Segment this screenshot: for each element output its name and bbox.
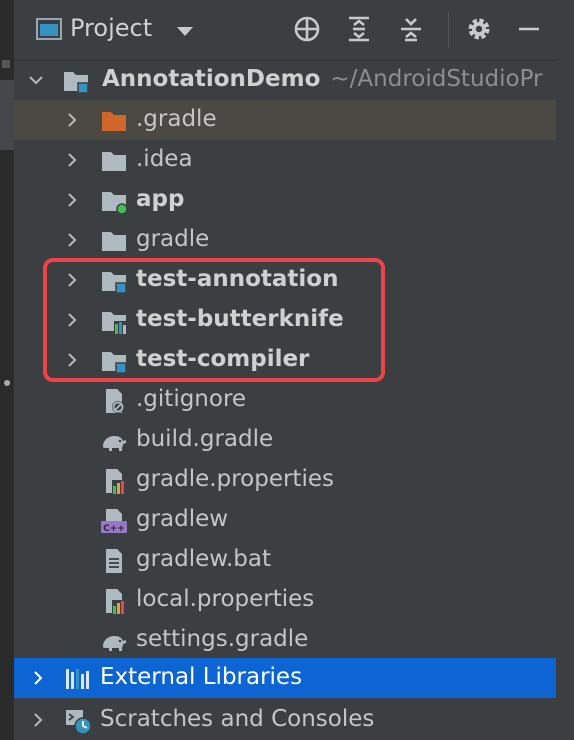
locate-file-icon[interactable] — [292, 14, 322, 44]
chevron-right-icon[interactable] — [64, 192, 80, 208]
tree-label-root: AnnotationDemo ~/AndroidStudioPr — [102, 66, 543, 92]
tree-label: .gitignore — [136, 386, 247, 412]
highlight-box — [43, 258, 385, 382]
tree-row-scratches[interactable]: Scratches and Consoles — [14, 700, 556, 740]
tree-row-dot-gradle[interactable]: .gradle — [14, 100, 556, 140]
tree-row-gradle-properties[interactable]: gradle.properties — [14, 460, 556, 500]
tree-row-external-libraries[interactable]: External Libraries — [14, 658, 556, 698]
toolbar-separator — [448, 12, 449, 48]
folder-icon — [100, 227, 128, 255]
tool-strip-tab[interactable] — [0, 80, 14, 150]
gradle-elephant-icon — [100, 427, 128, 455]
chevron-right-icon[interactable] — [30, 712, 46, 728]
excluded-folder-icon — [100, 107, 128, 135]
tree-row-gradle[interactable]: gradle — [14, 220, 556, 260]
tree-label: gradlew.bat — [136, 546, 272, 572]
expand-all-icon[interactable] — [344, 14, 374, 44]
properties-file-icon — [100, 587, 128, 615]
project-window-icon — [36, 17, 62, 41]
project-toolbar: Project — [14, 0, 574, 61]
chevron-down-icon[interactable] — [28, 72, 44, 88]
chevron-right-icon[interactable] — [64, 112, 80, 128]
tree-row-settings-gradle[interactable]: settings.gradle — [14, 620, 556, 660]
tree-label: gradlew — [136, 506, 229, 532]
libraries-icon — [64, 665, 92, 693]
tree-row-build-gradle[interactable]: build.gradle — [14, 420, 556, 460]
chevron-down-icon[interactable] — [177, 27, 193, 36]
tree-label: gradle — [136, 226, 210, 252]
tool-strip-dot — [4, 380, 10, 386]
tree-row-root[interactable]: AnnotationDemo ~/AndroidStudioPr — [14, 60, 556, 100]
tree-label: .gradle — [136, 106, 217, 132]
tree-label: build.gradle — [136, 426, 274, 452]
left-tool-strip — [0, 0, 14, 740]
gradle-elephant-icon — [100, 627, 128, 655]
text-file-icon — [100, 547, 128, 575]
tree-label: External Libraries — [100, 664, 303, 690]
tree-row-app[interactable]: app — [14, 180, 556, 220]
project-tree: AnnotationDemo ~/AndroidStudioPr .gradle … — [14, 60, 556, 740]
tree-label: gradle.properties — [136, 466, 334, 492]
scratches-clock-icon — [64, 707, 92, 735]
svg-text:C++: C++ — [103, 524, 125, 534]
tree-row-gradlew[interactable]: C++ gradlew — [14, 500, 556, 540]
tree-row-gitignore[interactable]: .gitignore — [14, 380, 556, 420]
tree-label: local.properties — [136, 586, 315, 612]
project-path-hint: ~/AndroidStudioPr — [330, 66, 543, 92]
tree-row-idea[interactable]: .idea — [14, 140, 556, 180]
project-view-selector-label[interactable]: Project — [70, 14, 152, 42]
hide-panel-icon[interactable] — [514, 14, 544, 44]
tool-strip-mark — [2, 60, 10, 68]
tree-row-gradlew-bat[interactable]: gradlew.bat — [14, 540, 556, 580]
chevron-right-icon[interactable] — [64, 232, 80, 248]
chevron-right-icon[interactable] — [64, 152, 80, 168]
tree-label: app — [136, 186, 185, 212]
module-folder-icon — [62, 67, 90, 95]
gear-icon[interactable] — [464, 14, 494, 44]
tree-label: settings.gradle — [136, 626, 309, 652]
tree-label: Scratches and Consoles — [100, 706, 375, 732]
ignore-file-icon — [100, 387, 128, 415]
folder-icon — [100, 147, 128, 175]
tree-label: .idea — [136, 146, 193, 172]
app-module-folder-icon — [100, 187, 128, 215]
properties-file-icon — [100, 467, 128, 495]
chevron-right-icon[interactable] — [30, 670, 46, 686]
collapse-all-icon[interactable] — [396, 14, 426, 44]
tree-row-local-properties[interactable]: local.properties — [14, 580, 556, 620]
scrollbar-track[interactable] — [556, 60, 574, 740]
shell-script-icon: C++ — [100, 507, 128, 535]
